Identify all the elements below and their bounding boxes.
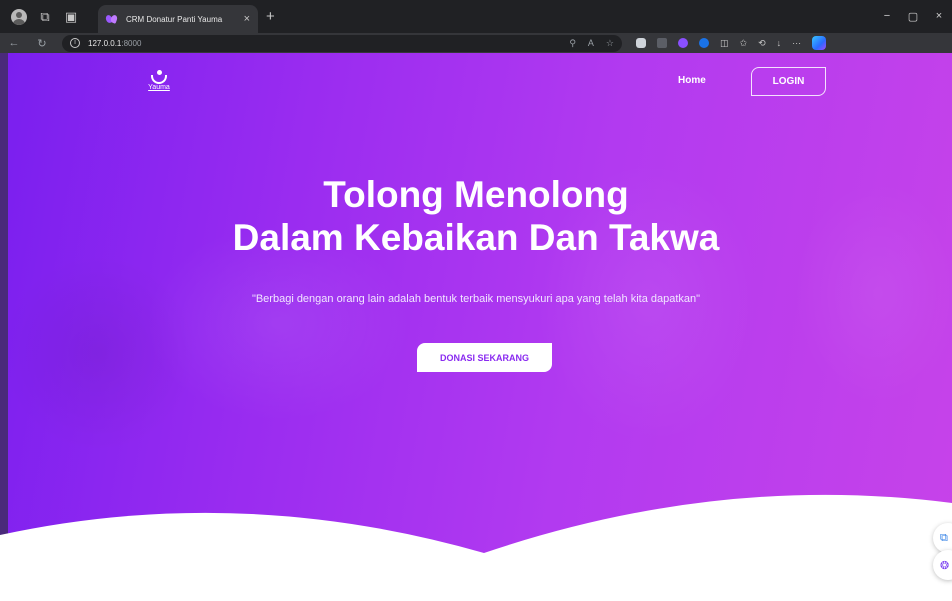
history-icon[interactable]: ⟲ [758,38,766,49]
browser-toolbar: ← ↻ i 127.0.0.1 :8000 ⚲ A ☆ ◫ ✩ ⟲ ↓ ··· [0,33,952,53]
yauma-favicon-icon [106,14,118,24]
logo-text: Yauma [148,84,170,91]
extension-puzzle-icon[interactable] [678,38,688,48]
extension-grid-icon[interactable] [657,38,667,48]
headline-line-2: Dalam Kebaikan Dan Takwa [232,217,720,258]
download-icon[interactable]: ↓ [777,38,782,48]
site-logo[interactable]: Yauma [143,70,175,98]
profile-icon[interactable] [6,4,32,30]
window-controls: − ▢ × [874,10,952,23]
donate-now-button[interactable]: DONASI SEKARANG [417,343,552,372]
hero-headline: Tolong Menolong Dalam Kebaikan Dan Takwa [0,173,952,259]
tab-actions-icon[interactable]: ▣ [58,4,84,30]
nav-home-link[interactable]: Home [678,75,706,86]
headline-line-1: Tolong Menolong [323,174,629,215]
zoom-icon[interactable]: ⚲ [569,38,576,49]
restore-button[interactable]: ▢ [900,10,926,23]
address-bar[interactable]: i 127.0.0.1 :8000 ⚲ A ☆ [62,34,622,52]
favorite-star-icon[interactable]: ☆ [606,38,614,49]
favorites-icon[interactable]: ✩ [740,38,748,49]
more-menu-icon[interactable]: ··· [792,38,801,48]
url-host: 127.0.0.1 [88,38,122,48]
extension-camera-icon[interactable] [636,38,646,48]
back-arrow-icon[interactable]: ← [0,37,28,49]
reload-icon[interactable]: ↻ [28,37,56,50]
minimize-button[interactable]: − [874,10,900,23]
site-info-icon[interactable]: i [70,38,80,48]
tab-title: CRM Donatur Panti Yauma [126,14,223,24]
workspaces-icon[interactable]: ⧉ [32,4,58,30]
read-aloud-icon[interactable]: A [588,38,594,49]
url-port: :8000 [121,38,142,48]
browser-tab-strip: ⧉ ▣ CRM Donatur Panti Yauma × + − ▢ × [0,0,952,33]
close-tab-icon[interactable]: × [244,13,250,25]
page-viewport: Yauma Home LOGIN Tolong Menolong Dalam K… [0,53,952,601]
copilot-icon[interactable] [812,36,827,50]
extension-blue-icon[interactable] [699,38,709,48]
split-screen-icon[interactable]: ◫ [720,38,729,49]
yauma-logo-icon [151,70,167,84]
hero-wave-divider [0,494,952,601]
login-button[interactable]: LOGIN [751,67,826,96]
browser-tab[interactable]: CRM Donatur Panti Yauma × [98,5,258,33]
new-tab-button[interactable]: + [266,8,275,25]
close-window-button[interactable]: × [926,10,952,23]
hero-quote: "Berbagi dengan orang lain adalah bentuk… [251,293,701,305]
